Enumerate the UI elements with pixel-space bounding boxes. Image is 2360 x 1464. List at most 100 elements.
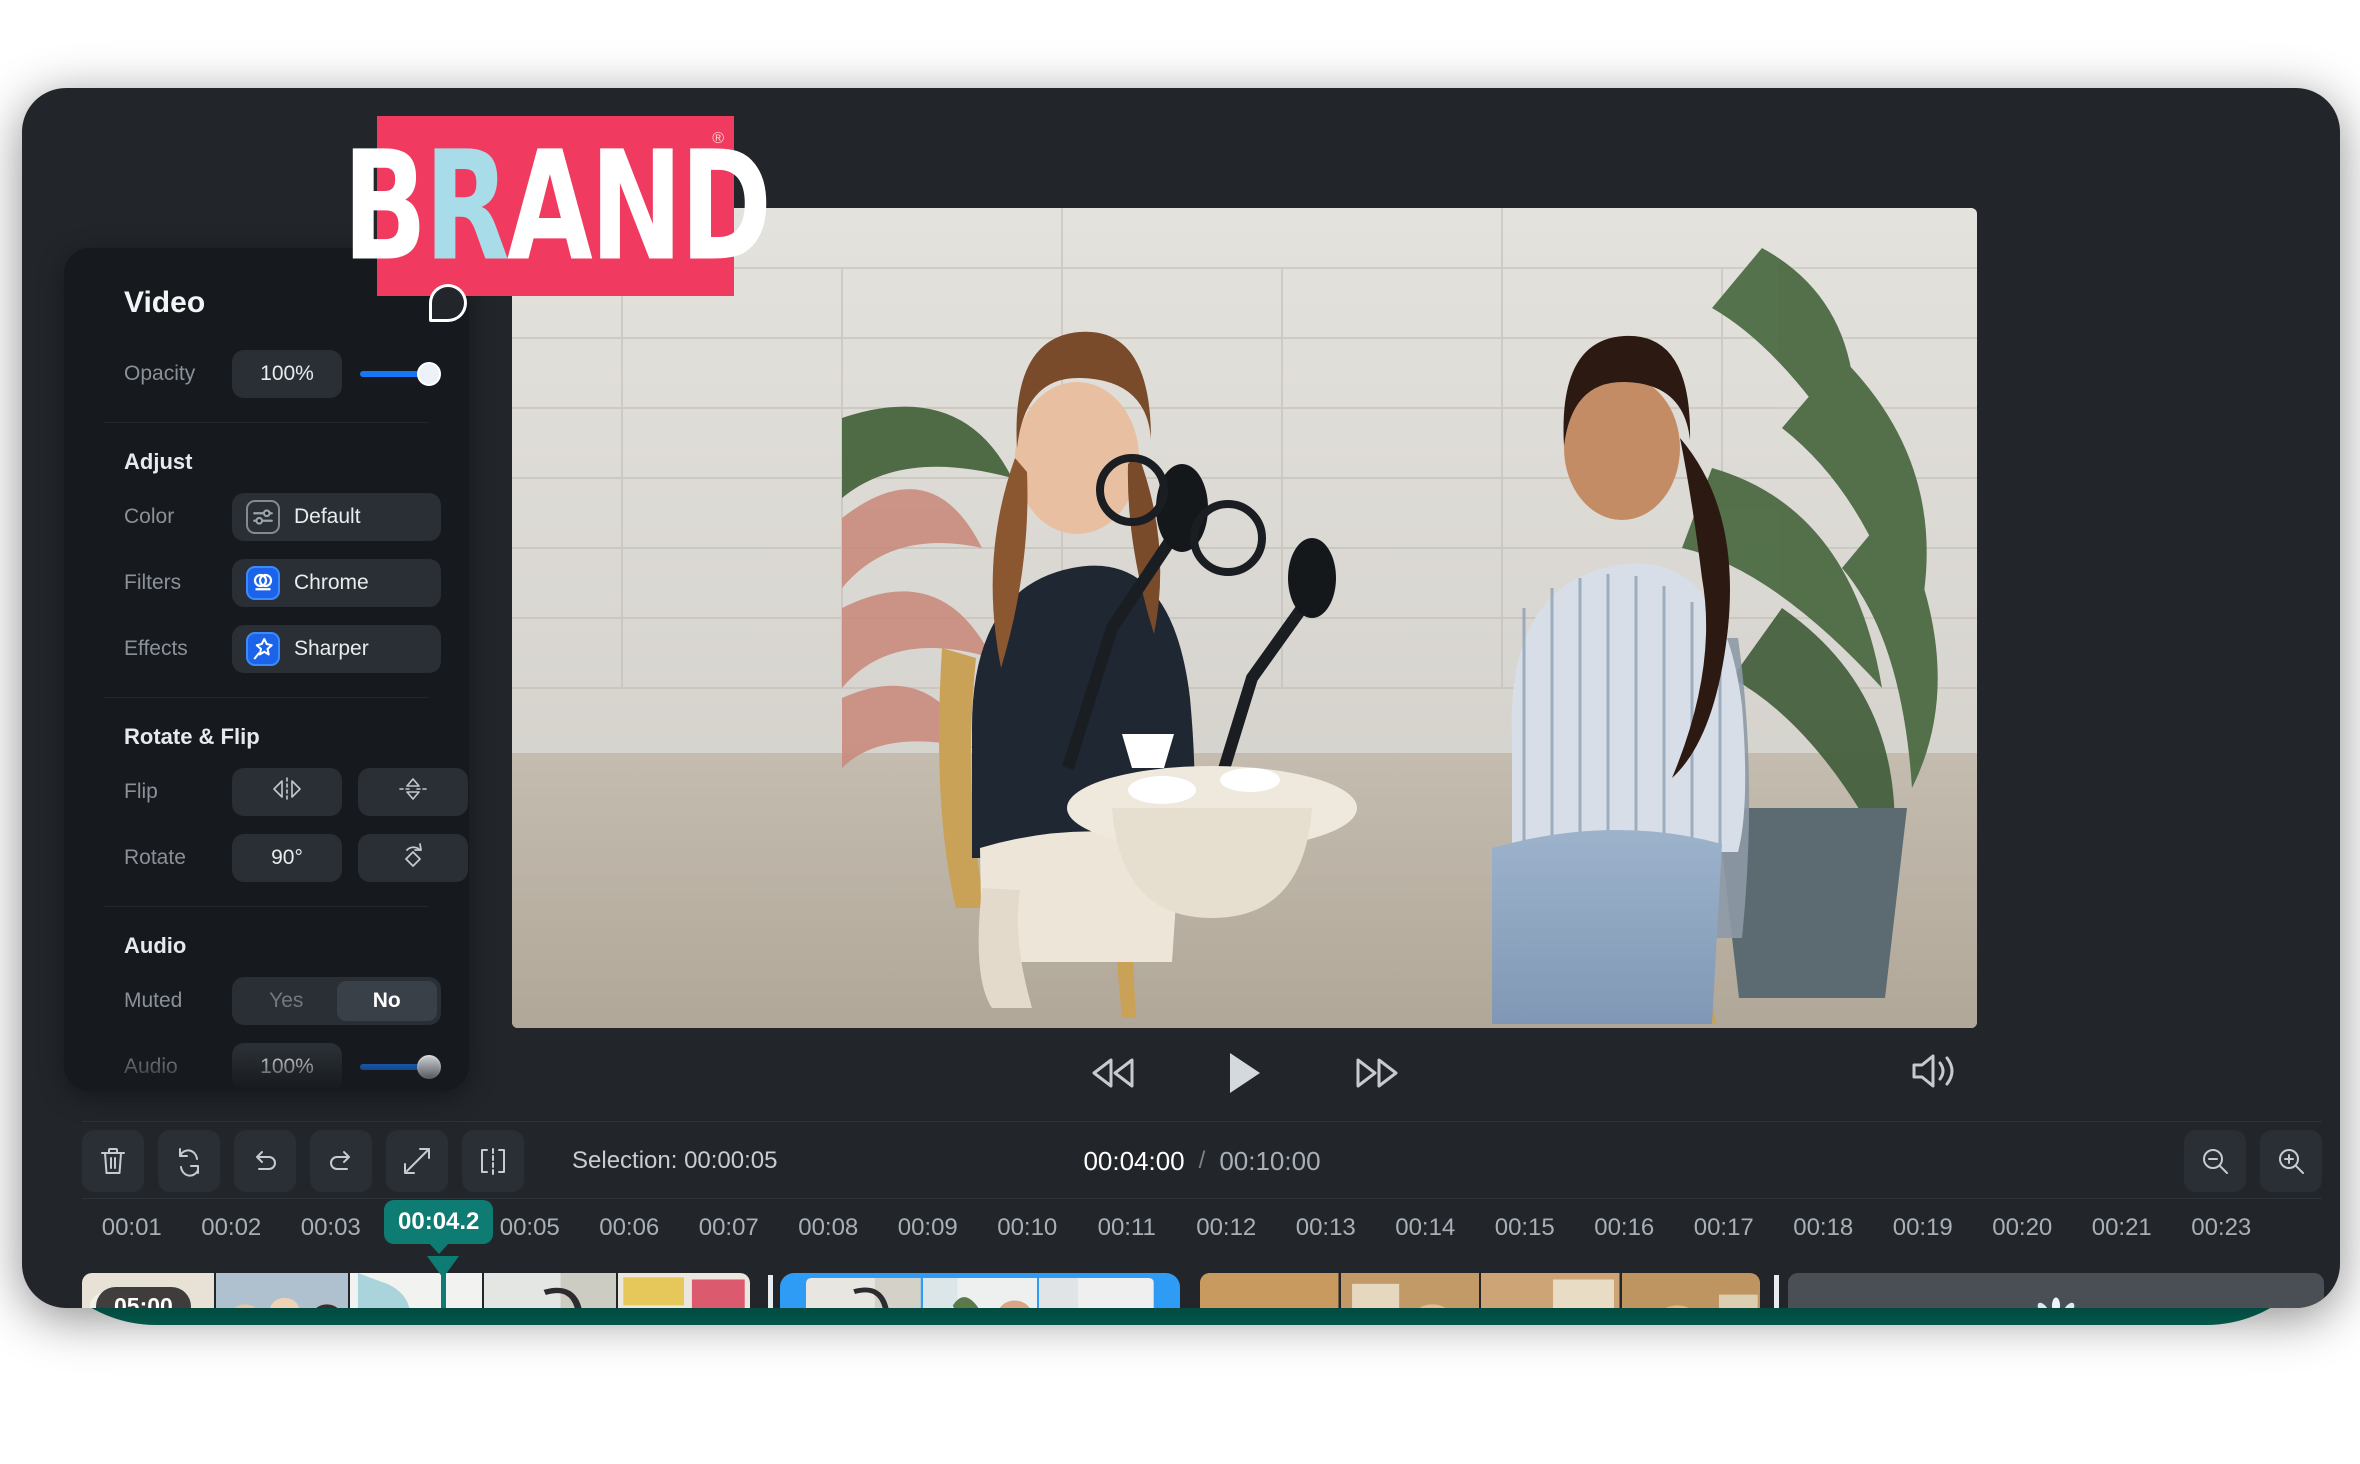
opacity-slider[interactable] xyxy=(360,359,441,389)
zoom-controls xyxy=(2184,1130,2322,1192)
clip-thumbnail xyxy=(1621,1273,1760,1308)
split-button[interactable] xyxy=(462,1130,524,1192)
replace-button[interactable] xyxy=(158,1130,220,1192)
color-value-button[interactable]: Default xyxy=(232,493,441,541)
playhead-time-label: 00:04.2 xyxy=(398,1208,480,1235)
color-label: Color xyxy=(124,505,175,528)
fit-button[interactable] xyxy=(386,1130,448,1192)
clip-thumbnail xyxy=(1200,1273,1339,1308)
clip-thumbnail xyxy=(1340,1273,1479,1308)
divider-audio xyxy=(104,906,429,907)
flip-row: Flip xyxy=(92,764,468,820)
flip-horizontal-icon xyxy=(270,776,304,808)
brand-logo-text: BRAND xyxy=(342,130,771,281)
muted-option-no[interactable]: No xyxy=(336,981,437,1021)
clip-2-thumbnails xyxy=(806,1278,1154,1308)
selected-clip-left-marker xyxy=(768,1275,773,1308)
opacity-row: Opacity 100% xyxy=(92,346,441,402)
brand-letter-r: R xyxy=(423,117,509,295)
registered-mark: ® xyxy=(712,130,724,147)
effects-label: Effects xyxy=(124,637,188,660)
zoom-out-button[interactable] xyxy=(2184,1130,2246,1192)
rotate-value[interactable]: 90° xyxy=(232,834,342,882)
filters-value-text: Chrome xyxy=(294,571,369,594)
trim-handle-left[interactable] xyxy=(780,1273,806,1308)
flip-label: Flip xyxy=(124,780,158,803)
color-row: Color Default xyxy=(92,489,441,545)
flip-vertical-icon xyxy=(396,776,430,808)
resize-handle[interactable] xyxy=(429,284,467,322)
video-properties-panel: Video Opacity 100% Adjust Color Default … xyxy=(64,248,469,1091)
brand-letters-and: AND xyxy=(506,117,772,295)
ruler-tick: 00:11 xyxy=(1097,1214,1156,1241)
brand-letter-b: B xyxy=(342,117,427,295)
brand-logo-box: BRAND ® xyxy=(342,116,772,296)
ruler-tick: 00:03 xyxy=(300,1214,361,1241)
audio-heading: Audio xyxy=(124,933,187,958)
ruler-tick: 00:23 xyxy=(2191,1214,2252,1241)
rotate-icon xyxy=(397,839,429,877)
playhead-line[interactable] xyxy=(441,1256,446,1308)
ruler-divider xyxy=(82,1198,2322,1199)
redo-button[interactable] xyxy=(310,1130,372,1192)
panel-scroll-fade xyxy=(64,1049,469,1091)
clip-duration-badge: 05:00 xyxy=(96,1287,191,1308)
muted-segmented-control[interactable]: Yes No xyxy=(232,977,441,1025)
playhead-time-badge[interactable]: 00:04.2 xyxy=(384,1200,494,1244)
ruler-tick: 00:05 xyxy=(499,1214,560,1241)
delete-button[interactable] xyxy=(82,1130,144,1192)
muted-row: Muted Yes No xyxy=(92,973,441,1029)
effects-value-button[interactable]: Sharper xyxy=(232,625,441,673)
video-preview[interactable] xyxy=(512,208,1977,1028)
ruler-tick: 00:14 xyxy=(1395,1214,1456,1241)
loading-clip-left-marker xyxy=(1774,1275,1779,1308)
timeline-clip-3[interactable] xyxy=(1200,1273,1760,1308)
timeline-clip-2[interactable] xyxy=(780,1273,1180,1308)
ruler-tick: 00:17 xyxy=(1693,1214,1754,1241)
rotate-button[interactable] xyxy=(358,834,468,882)
ruler-tick: 00:12 xyxy=(1196,1214,1257,1241)
ruler-tick: 00:02 xyxy=(201,1214,262,1241)
timeline-toolbar: Selection: 00:00:05 00:04:00 / 00:10:00 xyxy=(82,1124,2322,1198)
flip-horizontal-button[interactable] xyxy=(232,768,342,816)
divider-rotate xyxy=(104,697,429,698)
playback-controls xyxy=(512,1033,1977,1113)
play-button[interactable] xyxy=(1226,1050,1264,1096)
zoom-in-button[interactable] xyxy=(2260,1130,2322,1192)
clip-thumbnail xyxy=(806,1278,921,1308)
color-value-text: Default xyxy=(294,505,361,528)
ruler-tick: 00:06 xyxy=(599,1214,660,1241)
filters-label: Filters xyxy=(124,571,182,594)
sliders-icon xyxy=(246,500,280,534)
fast-forward-button[interactable] xyxy=(1352,1054,1402,1092)
timeline-clip-1[interactable]: 05:00 xyxy=(82,1273,750,1308)
volume-button[interactable] xyxy=(1909,1051,1955,1096)
rewind-button[interactable] xyxy=(1088,1054,1138,1092)
ruler-tick: 00:20 xyxy=(1992,1214,2053,1241)
ruler-tick: 00:21 xyxy=(2091,1214,2152,1241)
ruler-tick: 00:19 xyxy=(1892,1214,1953,1241)
muted-option-yes[interactable]: Yes xyxy=(236,981,337,1021)
ruler-tick: 00:07 xyxy=(698,1214,759,1241)
timeline-clip-4[interactable] xyxy=(1788,1273,2324,1308)
opacity-slider-knob[interactable] xyxy=(417,362,441,386)
ruler-tick: 00:08 xyxy=(798,1214,859,1241)
flip-vertical-button[interactable] xyxy=(358,768,468,816)
divider-adjust xyxy=(104,422,429,423)
current-time: 00:04:00 xyxy=(1083,1145,1185,1176)
app-stage: BRAND ® Video Opacity 100% Adjust Color … xyxy=(0,0,2360,1464)
opacity-value[interactable]: 100% xyxy=(232,350,342,398)
undo-button[interactable] xyxy=(234,1130,296,1192)
ruler-tick: 00:15 xyxy=(1494,1214,1555,1241)
toolbar-divider-top xyxy=(82,1121,2322,1122)
adjust-heading: Adjust xyxy=(124,449,193,474)
clip-thumbnail xyxy=(484,1273,616,1308)
brand-logo-overlay[interactable]: BRAND ® xyxy=(342,116,772,322)
ruler-tick: 00:13 xyxy=(1295,1214,1356,1241)
filters-value-button[interactable]: Chrome xyxy=(232,559,441,607)
clip-thumbnail xyxy=(350,1273,482,1308)
rotate-row: Rotate 90° xyxy=(92,830,468,886)
timeline-track: 05:00 xyxy=(82,1273,2327,1308)
clip-thumbnail xyxy=(618,1273,750,1308)
trim-handle-right[interactable] xyxy=(1154,1273,1180,1308)
